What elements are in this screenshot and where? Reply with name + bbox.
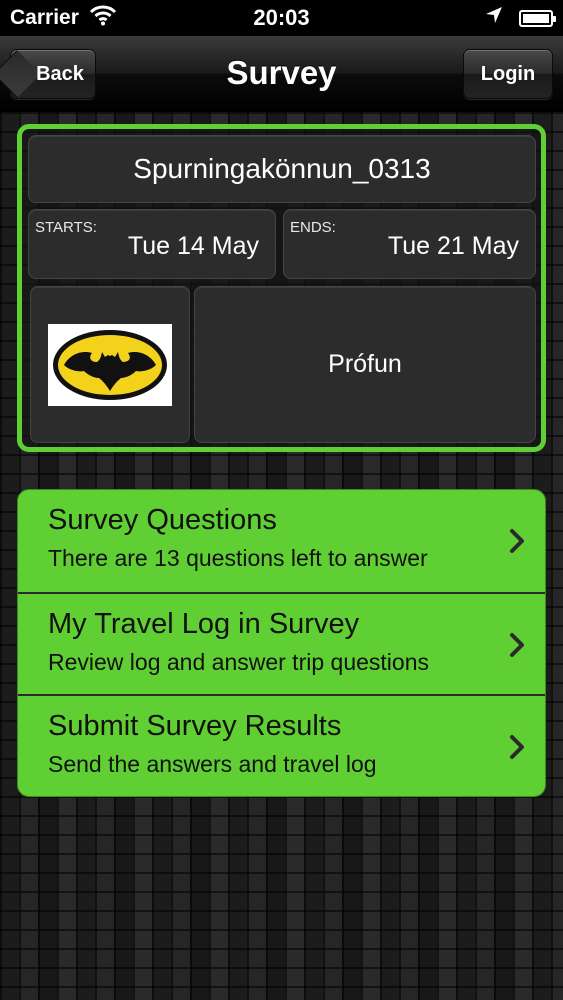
menu-item-title: My Travel Log in Survey (48, 608, 360, 640)
menu-item-title: Submit Survey Results (48, 710, 342, 742)
menu-item-submit-results[interactable]: Submit Survey Results Send the answers a… (18, 694, 545, 796)
survey-logo (30, 286, 190, 443)
batman-logo-icon (48, 323, 172, 406)
battery-icon (519, 9, 556, 27)
menu-item-subtitle: There are 13 questions left to answer (48, 545, 428, 571)
menu-item-subtitle: Review log and answer trip questions (48, 649, 429, 675)
survey-start-date: STARTS: Tue 14 May (28, 209, 276, 279)
menu-item-subtitle: Send the answers and travel log (48, 751, 377, 777)
survey-name: Spurningakönnun_0313 (28, 135, 536, 203)
menu-item-travel-log[interactable]: My Travel Log in Survey Review log and a… (18, 592, 545, 694)
login-button[interactable]: Login (463, 49, 553, 99)
location-arrow-icon (485, 6, 503, 30)
survey-end-date: ENDS: Tue 21 May (283, 209, 536, 279)
chevron-right-icon (510, 735, 524, 759)
wifi-icon (89, 4, 117, 32)
survey-menu: Survey Questions There are 13 questions … (17, 489, 546, 797)
carrier-label: Carrier (10, 6, 79, 29)
chevron-right-icon (510, 529, 524, 553)
status-time: 20:03 (253, 5, 310, 30)
navigation-bar: Back Survey Login (0, 36, 563, 112)
starts-label: STARTS: (35, 219, 97, 236)
survey-description: Prófun (194, 286, 536, 443)
chevron-right-icon (510, 633, 524, 657)
ends-label: ENDS: (290, 219, 336, 236)
status-bar: Carrier 20:03 (0, 0, 563, 36)
menu-item-survey-questions[interactable]: Survey Questions There are 13 questions … (18, 490, 545, 592)
menu-item-title: Survey Questions (48, 504, 277, 536)
starts-value: Tue 14 May (127, 232, 259, 260)
ends-value: Tue 21 May (387, 232, 519, 260)
survey-info-card: Spurningakönnun_0313 STARTS: Tue 14 May … (17, 124, 546, 452)
